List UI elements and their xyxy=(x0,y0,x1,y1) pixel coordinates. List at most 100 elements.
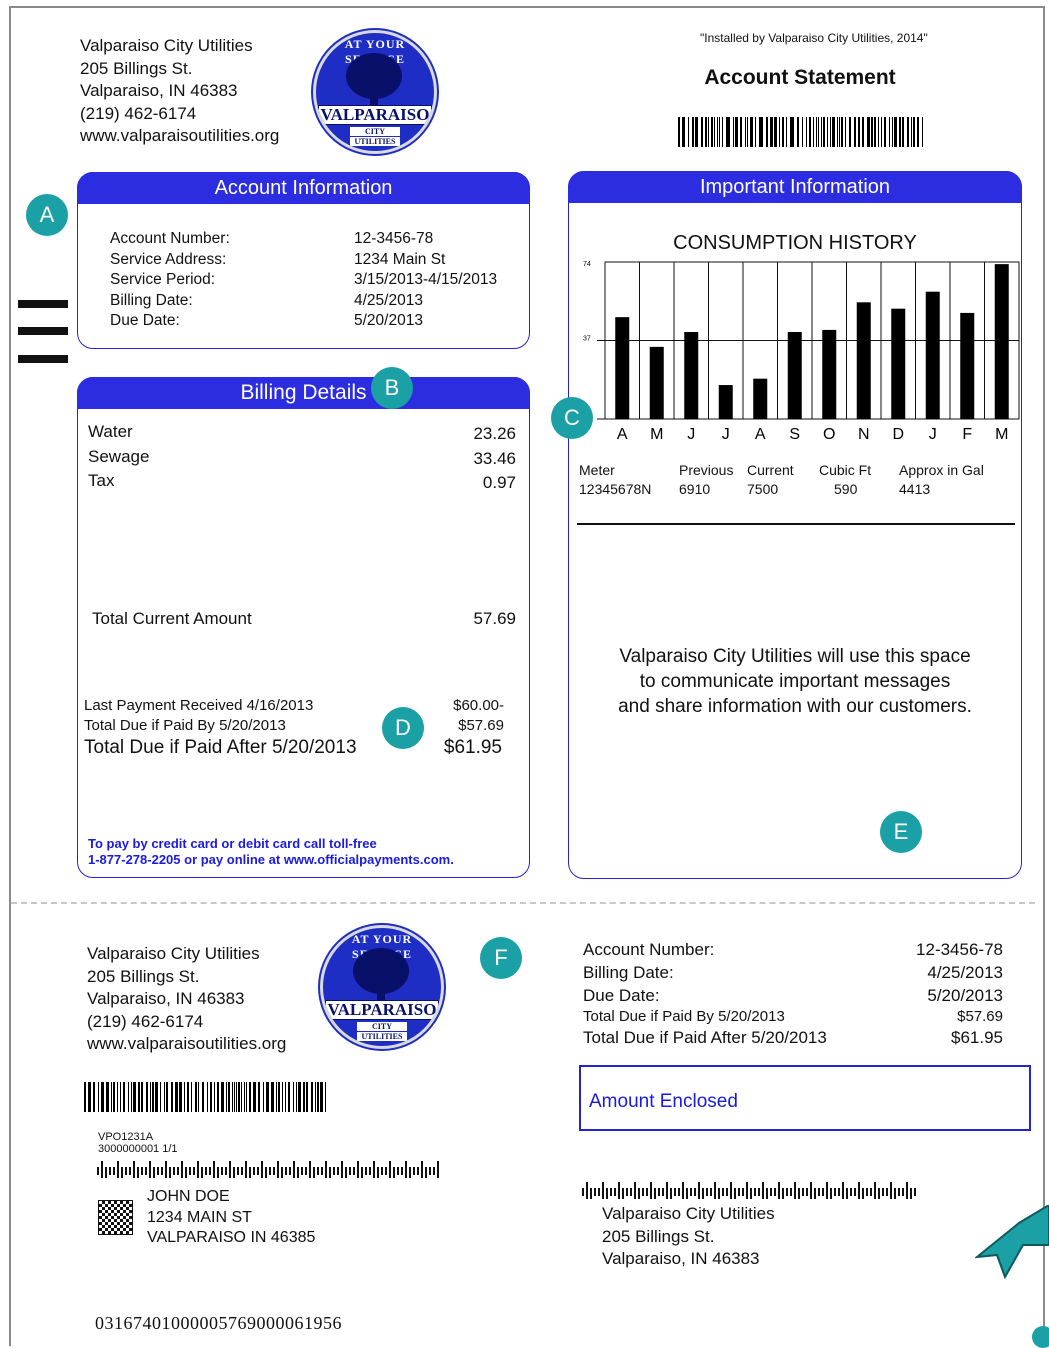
amount-enclosed-field[interactable]: Amount Enclosed xyxy=(579,1065,1031,1131)
meter-header: Meter xyxy=(579,462,615,478)
due-date-label: Due Date: xyxy=(110,312,180,329)
charge-row: Tax 0.97 xyxy=(88,470,516,495)
x-tick-label: O xyxy=(823,426,835,443)
statement-barcode xyxy=(678,117,926,147)
divider xyxy=(577,523,1015,525)
marker-b: B xyxy=(371,367,413,409)
x-tick-label: J xyxy=(687,426,695,443)
utility-website: www.valparaisoutilities.org xyxy=(80,126,280,145)
consumption-chart: 74 37 A M J J A S O N D J F M xyxy=(583,261,1020,443)
billing-date-label: Billing Date: xyxy=(110,291,193,309)
gallons-value: 4413 xyxy=(899,481,931,497)
x-tick-label: M xyxy=(650,426,663,443)
due-by-value: $57.69 xyxy=(458,717,504,734)
account-info-labels: Account Number: Service Address: Service… xyxy=(110,229,230,332)
pay-by-card-note: To pay by credit card or debit card call… xyxy=(88,836,454,867)
x-tick-label: A xyxy=(755,426,766,443)
marker-d: D xyxy=(382,707,424,749)
chart-bar xyxy=(891,308,906,419)
current-header: Current xyxy=(747,462,794,478)
customer-address: JOHN DOE 1234 MAIN ST VALPARAISO IN 4638… xyxy=(147,1187,315,1249)
y-tick-label: 74 xyxy=(583,261,591,268)
charge-value: 33.46 xyxy=(473,448,516,468)
important-message: Valparaiso City Utilities will use this … xyxy=(618,646,972,717)
chart-bar xyxy=(615,317,630,419)
stub-summary: Account Number: 12-3456-78 Billing Date:… xyxy=(583,940,1003,1047)
cubic-ft-header: Cubic Ft xyxy=(819,462,872,478)
amount-enclosed-label: Amount Enclosed xyxy=(589,1091,738,1112)
chart-bar xyxy=(787,332,802,419)
omr-mark xyxy=(18,327,68,335)
account-info-header: Account Information xyxy=(77,172,530,204)
account-info-panel: Account Information Account Number: Serv… xyxy=(77,172,530,349)
charges-list: Water 23.26 Sewage 33.46 Tax 0.97 xyxy=(88,421,516,495)
customer-city: VALPARAISO IN 46385 xyxy=(147,1229,316,1246)
qr-code xyxy=(98,1200,133,1235)
tear-line xyxy=(11,902,1035,904)
account-number-label: Account Number: xyxy=(110,230,230,247)
billing-date-value: 4/25/2013 xyxy=(354,291,423,309)
utility-phone: (219) 462-6174 xyxy=(80,103,197,123)
due-by-label: Total Due if Paid By 5/20/2013 xyxy=(84,717,286,734)
chart-bar xyxy=(753,378,768,419)
x-tick-label: M xyxy=(995,426,1008,443)
stub-due-date: 5/20/2013 xyxy=(927,986,1003,1005)
account-info-values: 12-3456-78 1234 Main St 3/15/2013-4/15/2… xyxy=(354,229,497,332)
stub-utility-seal-logo: AT YOUR SERVICE VALPARAISO CITY UTILITIE… xyxy=(320,925,444,1049)
meter-value: 12345678N xyxy=(579,481,652,497)
payment-summary: Last Payment Received 4/16/2013 $60.00- … xyxy=(84,696,504,760)
charge-value: 0.97 xyxy=(482,473,516,492)
due-after-value: $61.95 xyxy=(443,737,502,758)
x-tick-label: N xyxy=(858,426,870,443)
chart-bar xyxy=(822,329,837,419)
page-curl-arrow-icon xyxy=(975,1205,1049,1280)
chart-bar xyxy=(856,302,871,419)
utility-address: Valparaiso City Utilities 205 Billings S… xyxy=(80,35,279,148)
service-period-value: 3/15/2013-4/15/2013 xyxy=(354,271,498,288)
chart-bar xyxy=(960,312,975,419)
stub-account-number: 12-3456-78 xyxy=(916,940,1003,959)
billing-details-header: Billing Details xyxy=(77,377,530,409)
utility-city: Valparaiso, IN 46383 xyxy=(80,81,238,100)
mail-codes: VPO1231A 3000000001 1/1 xyxy=(98,1131,178,1155)
last-payment-value: $60.00- xyxy=(453,697,504,714)
charge-row: Water 23.26 xyxy=(88,421,516,446)
utility-seal-logo: AT YOUR SERVICE VALPARAISO CITY UTILITIE… xyxy=(313,30,437,154)
current-value: 7500 xyxy=(747,481,779,497)
last-payment-label: Last Payment Received 4/16/2013 xyxy=(84,697,314,714)
marker-c: C xyxy=(551,397,593,439)
account-number-value: 12-3456-78 xyxy=(354,230,434,247)
customer-postal-barcode xyxy=(97,1160,441,1178)
service-period-label: Service Period: xyxy=(110,271,216,288)
marker-e: E xyxy=(880,811,922,853)
seal-city-name: VALPARAISO xyxy=(318,105,432,125)
x-tick-label: J xyxy=(929,426,937,443)
charge-row: Sewage 33.46 xyxy=(88,446,516,471)
stub-utility-address: Valparaiso City Utilities 205 Billings S… xyxy=(87,944,287,1053)
chart-bar xyxy=(684,332,699,419)
remit-to-address: Valparaiso City Utilities 205 Billings S… xyxy=(602,1204,775,1268)
x-tick-label: A xyxy=(617,426,628,443)
marker-f: F xyxy=(480,937,522,979)
charge-value: 23.26 xyxy=(473,424,516,443)
x-tick-label: F xyxy=(962,426,972,443)
stub-billing-date: 4/25/2013 xyxy=(927,963,1003,982)
chart-bar xyxy=(718,385,733,419)
stub-due-after: $61.95 xyxy=(951,1028,1003,1047)
y-tick-label: 37 xyxy=(583,336,591,343)
previous-value: 6910 xyxy=(679,481,711,497)
charge-label: Tax xyxy=(88,471,115,490)
customer-name: JOHN DOE xyxy=(147,1188,230,1205)
utility-street: 205 Billings St. xyxy=(80,58,193,78)
x-tick-label: D xyxy=(892,426,904,443)
important-info-panel: Important Information CONSUMPTION HISTOR… xyxy=(568,171,1022,879)
x-tick-label: S xyxy=(789,426,800,443)
due-after-label: Total Due if Paid After 5/20/2013 xyxy=(84,737,357,758)
statement-title: Account Statement xyxy=(704,66,896,89)
service-address-label: Service Address: xyxy=(110,250,227,268)
chart-bar xyxy=(649,346,664,419)
chart-bar xyxy=(925,291,940,419)
customer-street: 1234 MAIN ST xyxy=(147,1208,252,1226)
marker-partial xyxy=(1032,1326,1049,1348)
installed-note: "Installed by Valparaiso City Utilities,… xyxy=(700,31,928,45)
